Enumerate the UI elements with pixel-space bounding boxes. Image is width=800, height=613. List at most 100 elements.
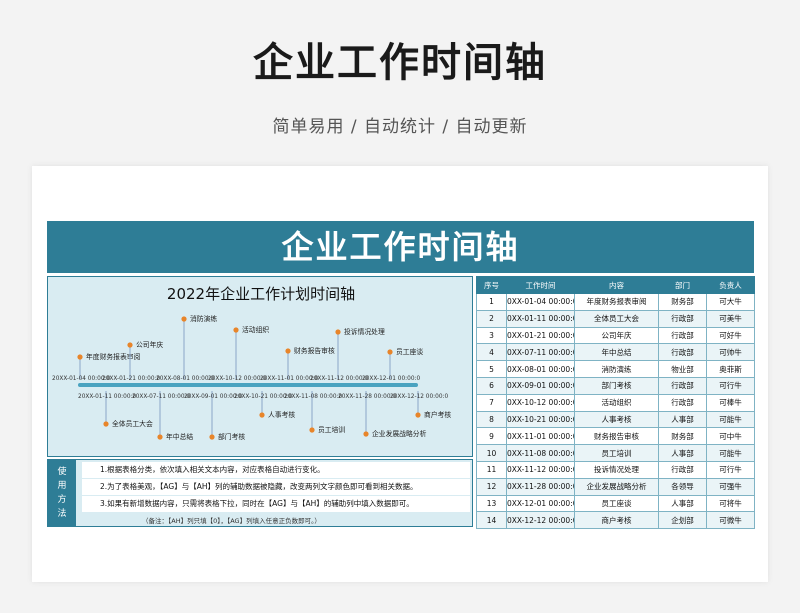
table-cell[interactable]: 物业部 bbox=[658, 360, 707, 378]
table-cell[interactable]: 可能牛 bbox=[706, 410, 755, 429]
page-subtitle: 简单易用 / 自动统计 / 自动更新 bbox=[272, 117, 528, 137]
table-cell[interactable]: 企业发展战略分析 bbox=[574, 477, 659, 496]
timeline-event-label: 投诉情况处理 bbox=[344, 327, 385, 336]
table-cell[interactable]: 行政部 bbox=[658, 460, 707, 479]
timeline-event-label: 员工座谈 bbox=[396, 347, 423, 356]
table-cell[interactable]: 13 bbox=[476, 494, 507, 513]
table-cell[interactable]: 9 bbox=[476, 427, 507, 446]
timeline-dot bbox=[103, 421, 109, 427]
table-cell[interactable]: 人事考核 bbox=[574, 410, 659, 429]
table-cell[interactable]: 6 bbox=[476, 376, 507, 395]
timeline-date-label: 20XX-11-08 00:00:0 bbox=[284, 394, 342, 400]
table-cell[interactable]: 0XX-01-04 00:00:0 bbox=[506, 293, 575, 311]
table-cell[interactable]: 可好牛 bbox=[706, 326, 755, 345]
table-cell[interactable]: 可中牛 bbox=[706, 427, 755, 446]
table-cell[interactable]: 0XX-10-21 00:00:0 bbox=[506, 410, 575, 429]
timeline-event-label: 企业发展战略分析 bbox=[372, 429, 427, 438]
table-cell[interactable]: 5 bbox=[476, 360, 507, 378]
table-cell[interactable]: 奥菲斯 bbox=[706, 360, 755, 378]
table-cell[interactable]: 行政部 bbox=[658, 376, 707, 395]
timeline-event-label: 员工培训 bbox=[318, 425, 345, 434]
table-cell[interactable]: 4 bbox=[476, 343, 507, 362]
table-cell[interactable]: 可微牛 bbox=[706, 511, 755, 530]
table-cell[interactable]: 可帅牛 bbox=[706, 343, 755, 362]
table-cell[interactable]: 0XX-01-11 00:00:0 bbox=[506, 309, 575, 328]
timeline-event-label: 商户考核 bbox=[424, 410, 451, 419]
table-cell[interactable]: 消防演练 bbox=[574, 360, 659, 378]
table-cell[interactable]: 行政部 bbox=[658, 309, 707, 328]
header-time: 工作时间 bbox=[506, 276, 575, 294]
table-row: 2 0XX-01-11 00:00:0 全体员工大会 行政部 可美牛 bbox=[476, 309, 755, 328]
table-cell[interactable]: 可强牛 bbox=[706, 477, 755, 496]
table-cell[interactable]: 0XX-07-11 00:00:0 bbox=[506, 343, 575, 362]
table-row: 12 0XX-11-28 00:00:0 企业发展战略分析 各领导 可强牛 bbox=[476, 477, 755, 496]
table-cell[interactable]: 1 bbox=[476, 293, 507, 311]
table-cell[interactable]: 可美牛 bbox=[706, 309, 755, 328]
table-cell[interactable]: 可行牛 bbox=[706, 460, 755, 479]
timeline-date-label: 20XX-10-12 00:00:0 bbox=[208, 376, 266, 382]
table-row: 14 0XX-12-12 00:00:0 商户考核 企划部 可微牛 bbox=[476, 511, 755, 530]
table-cell[interactable]: 0XX-11-08 00:00:0 bbox=[506, 444, 575, 462]
timeline-dot bbox=[209, 434, 215, 440]
table-cell[interactable]: 公司年庆 bbox=[574, 326, 659, 345]
table-cell[interactable]: 0XX-09-01 00:00:0 bbox=[506, 376, 575, 395]
table-cell[interactable]: 可能牛 bbox=[706, 444, 755, 462]
table-cell[interactable]: 行政部 bbox=[658, 326, 707, 345]
table-cell[interactable]: 活动组织 bbox=[574, 393, 659, 412]
timeline-date-label: 20XX-11-12 00:00:0 bbox=[310, 376, 368, 382]
table-cell[interactable]: 年中总结 bbox=[574, 343, 659, 362]
table-cell[interactable]: 人事部 bbox=[658, 410, 707, 429]
table-cell[interactable]: 人事部 bbox=[658, 444, 707, 462]
usage-line: 2.为了表格美观，【AG】与【AH】列的辅助数据被隐藏，改变两列文字颜色即可看到… bbox=[82, 479, 470, 495]
table-cell[interactable]: 10 bbox=[476, 444, 507, 462]
timeline-dot bbox=[335, 329, 341, 335]
table-cell[interactable]: 0XX-12-01 00:00:0 bbox=[506, 494, 575, 513]
table-cell[interactable]: 全体员工大会 bbox=[574, 309, 659, 328]
table-cell[interactable]: 可将牛 bbox=[706, 494, 755, 513]
table-cell[interactable]: 各领导 bbox=[658, 477, 707, 496]
table-cell[interactable]: 8 bbox=[476, 410, 507, 429]
table-cell[interactable]: 年度财务报表审阅 bbox=[574, 293, 659, 311]
table-cell[interactable]: 14 bbox=[476, 511, 507, 530]
table-cell[interactable]: 部门考核 bbox=[574, 376, 659, 395]
table-cell[interactable]: 财务报告审核 bbox=[574, 427, 659, 446]
timeline-chart: 年度财务报表审阅20XX-01-04 00:00:0公司年庆20XX-01-21… bbox=[52, 314, 451, 441]
table-cell[interactable]: 0XX-11-28 00:00:0 bbox=[506, 477, 575, 496]
usage-note: （备注：【AH】列只填【0】，【AG】列填入任意正负数即可。） bbox=[142, 517, 321, 525]
table-cell[interactable]: 可棒牛 bbox=[706, 393, 755, 412]
timeline-event-label: 财务报告审核 bbox=[294, 346, 335, 355]
timeline-dot bbox=[415, 412, 421, 418]
timeline-date-label: 20XX-12-01 00:00:0 bbox=[362, 376, 420, 382]
table-cell[interactable]: 0XX-11-12 00:00:0 bbox=[506, 460, 575, 479]
table-cell[interactable]: 财务部 bbox=[658, 427, 707, 446]
timeline-dot bbox=[127, 342, 133, 348]
table-cell[interactable]: 0XX-10-12 00:00:0 bbox=[506, 393, 575, 412]
table-cell[interactable]: 员工座谈 bbox=[574, 494, 659, 513]
table-cell[interactable]: 人事部 bbox=[658, 494, 707, 513]
header-content: 内容 bbox=[574, 276, 659, 294]
table-cell[interactable]: 投诉情况处理 bbox=[574, 460, 659, 479]
table-cell[interactable]: 3 bbox=[476, 326, 507, 345]
table-cell[interactable]: 可行牛 bbox=[706, 376, 755, 395]
table-row: 13 0XX-12-01 00:00:0 员工座谈 人事部 可将牛 bbox=[476, 494, 755, 513]
table-header-row: 序号 工作时间 内容 部门 负责人 bbox=[476, 276, 755, 294]
table-cell[interactable]: 0XX-01-21 00:00:0 bbox=[506, 326, 575, 345]
table-cell[interactable]: 11 bbox=[476, 460, 507, 479]
table-cell[interactable]: 12 bbox=[476, 477, 507, 496]
table-row: 1 0XX-01-04 00:00:0 年度财务报表审阅 财务部 可大牛 bbox=[476, 293, 755, 311]
usage-panel: 使用方法 1.根据表格分类，依次填入相关文本内容，对应表格自动进行变化。 2.为… bbox=[47, 459, 473, 527]
timeline-dot bbox=[309, 427, 315, 433]
table-cell[interactable]: 7 bbox=[476, 393, 507, 412]
table-cell[interactable]: 员工培训 bbox=[574, 444, 659, 462]
table-cell[interactable]: 0XX-11-01 00:00:0 bbox=[506, 427, 575, 446]
table-cell[interactable]: 2 bbox=[476, 309, 507, 328]
table-cell[interactable]: 企划部 bbox=[658, 511, 707, 530]
table-cell[interactable]: 0XX-08-01 00:00:0 bbox=[506, 360, 575, 378]
table-cell[interactable]: 0XX-12-12 00:00:0 bbox=[506, 511, 575, 530]
table-cell[interactable]: 财务部 bbox=[658, 293, 707, 311]
table-cell[interactable]: 行政部 bbox=[658, 343, 707, 362]
table-cell[interactable]: 可大牛 bbox=[706, 293, 755, 311]
schedule-table: 序号 工作时间 内容 部门 负责人 1 0XX-01-04 00:00:0 年度财务… bbox=[476, 276, 755, 530]
table-cell[interactable]: 行政部 bbox=[658, 393, 707, 412]
table-cell[interactable]: 商户考核 bbox=[574, 511, 659, 530]
